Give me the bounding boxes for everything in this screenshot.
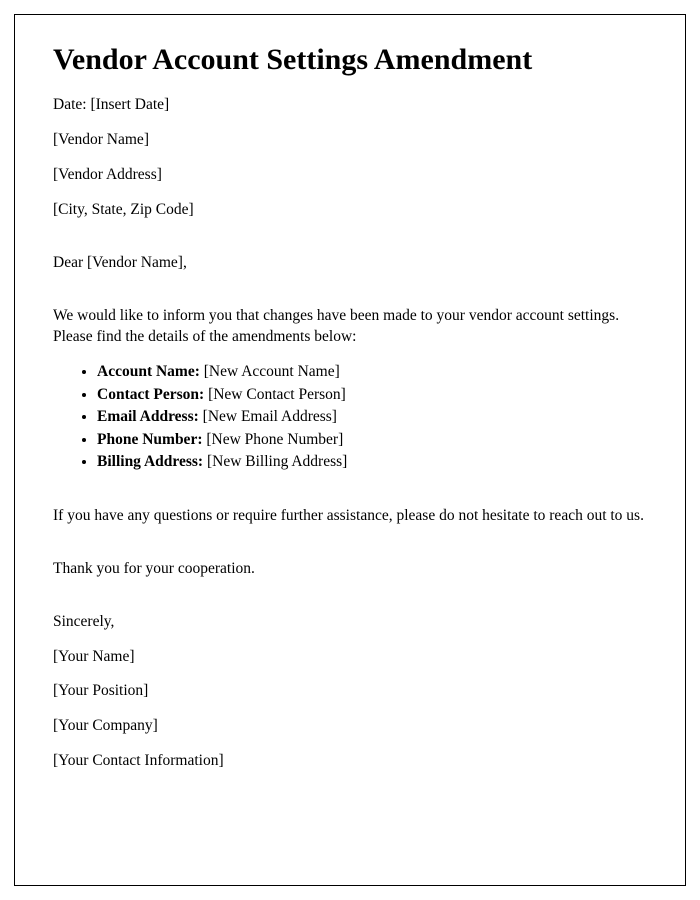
item-value: [New Contact Person] [204,386,346,403]
list-item: Billing Address: [New Billing Address] [97,451,647,473]
assistance-paragraph: If you have any questions or require fur… [53,506,647,527]
list-item: Account Name: [New Account Name] [97,361,647,383]
signature-position: [Your Position] [53,681,647,702]
item-label: Phone Number: [97,431,202,448]
salutation: Dear [Vendor Name], [53,253,647,274]
item-label: Account Name: [97,363,200,380]
item-label: Email Address: [97,408,199,425]
list-item: Phone Number: [New Phone Number] [97,429,647,451]
list-item: Email Address: [New Email Address] [97,406,647,428]
item-label: Contact Person: [97,386,204,403]
closing-line: Sincerely, [53,612,647,633]
list-item: Contact Person: [New Contact Person] [97,384,647,406]
signature-name: [Your Name] [53,647,647,668]
item-value: [New Email Address] [199,408,337,425]
vendor-city-line: [City, State, Zip Code] [53,200,647,221]
vendor-name-line: [Vendor Name] [53,130,647,151]
signature-contact: [Your Contact Information] [53,751,647,772]
signature-company: [Your Company] [53,716,647,737]
vendor-address-line: [Vendor Address] [53,165,647,186]
item-value: [New Billing Address] [203,453,347,470]
item-label: Billing Address: [97,453,203,470]
item-value: [New Account Name] [200,363,340,380]
amendments-list: Account Name: [New Account Name] Contact… [97,361,647,473]
item-value: [New Phone Number] [202,431,343,448]
document-title: Vendor Account Settings Amendment [53,43,647,77]
date-line: Date: [Insert Date] [53,95,647,116]
document-page: Vendor Account Settings Amendment Date: … [14,14,686,886]
thanks-line: Thank you for your cooperation. [53,559,647,580]
intro-paragraph: We would like to inform you that changes… [53,306,647,348]
